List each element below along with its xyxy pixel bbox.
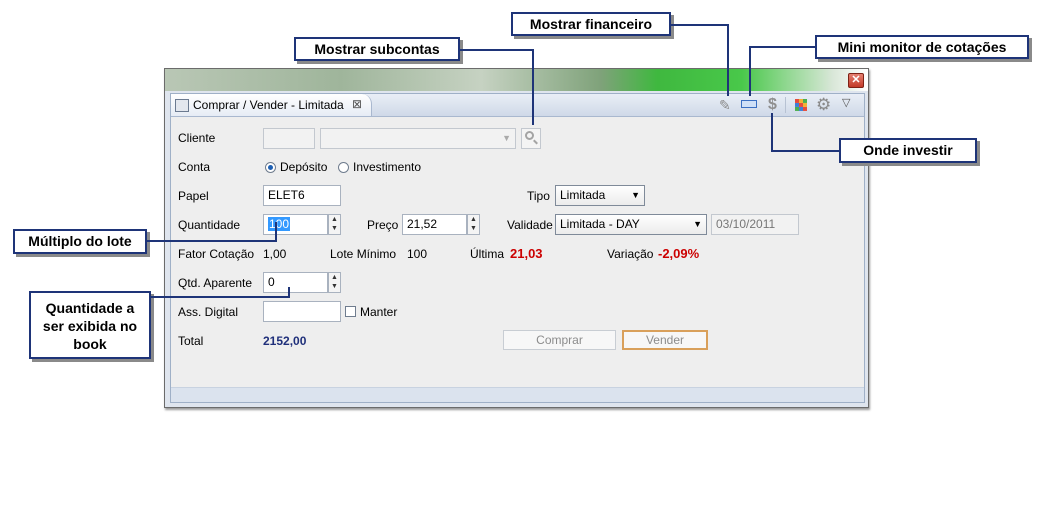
panel-bottom-bar [171,387,864,402]
papel-label: Papel [178,189,209,203]
callout-onde-investir: Onde investir [839,138,977,163]
callout-quantidade-line3: book [73,336,107,352]
callout-line [749,46,751,96]
window-close-button[interactable]: ✕ [848,73,864,88]
chevron-down-icon[interactable]: ▽ [842,95,850,111]
ultima-label: Última [470,247,505,261]
conta-investimento-label[interactable]: Investimento [353,160,421,174]
preco-input[interactable]: 21,52 [402,214,467,235]
tab-label: Comprar / Vender - Limitada [193,98,344,112]
fator-cotacao-label: Fator Cotação [178,247,255,261]
chevron-down-icon: ▼ [693,219,702,229]
manter-label[interactable]: Manter [360,305,397,319]
callout-quantidade-line1: Quantidade a [45,300,135,316]
tipo-select-value: Limitada [560,188,606,202]
magnifier-icon [525,131,534,140]
quantidade-value: 100 [268,217,291,231]
chevron-down-icon: ▼ [502,133,511,143]
callout-line [460,49,534,51]
total-label: Total [178,334,204,348]
toolbar-separator [785,97,786,113]
validade-select[interactable]: Limitada - DAY ▼ [555,214,707,235]
order-panel: Comprar / Vender - Limitada ⊠ ✎ $ ⚙ ▽ Cl… [170,93,865,403]
cliente-select[interactable]: ▼ [320,128,516,149]
order-tab-icon [175,99,189,112]
callout-mini-monitor: Mini monitor de cotações [815,35,1029,59]
order-window: ✕ Comprar / Vender - Limitada ⊠ ✎ $ ⚙ ▽ … [164,68,869,408]
mini-monitor-icon[interactable] [741,100,757,108]
validade-label: Validade [507,218,553,232]
tab-strip: Comprar / Vender - Limitada ⊠ ✎ $ ⚙ ▽ [171,94,864,117]
cliente-code-field[interactable] [263,128,315,149]
lote-minimo-value: 100 [407,247,428,261]
preco-label: Preço [367,218,399,232]
mostrar-subcontas-button[interactable] [521,128,541,149]
preco-stepper[interactable]: ▲ ▼ [467,214,480,235]
magnifier-handle [533,139,538,145]
tab-close-icon[interactable]: ⊠ [352,97,362,111]
grid-icon[interactable] [795,99,807,111]
financeiro-icon[interactable]: ✎ [719,97,731,113]
quantidade-label: Quantidade [178,218,241,232]
tipo-label: Tipo [527,189,550,203]
qtd-aparente-input[interactable]: 0 [263,272,328,293]
window-titlebar[interactable]: ✕ [165,69,868,91]
comprar-button[interactable]: Comprar [503,330,616,350]
callout-mostrar-subcontas: Mostrar subcontas [294,37,460,61]
chevron-down-icon: ▼ [631,190,640,200]
validade-date-field[interactable]: 03/10/2011 [711,214,799,235]
tipo-select[interactable]: Limitada ▼ [555,185,645,206]
conta-investimento-radio[interactable] [338,162,349,173]
qtd-aparente-label: Qtd. Aparente [178,276,253,290]
validade-select-value: Limitada - DAY [560,217,640,231]
dollar-icon[interactable]: $ [768,97,777,113]
conta-label: Conta [178,160,211,174]
variacao-value: -2,09% [658,246,700,261]
callout-mostrar-financeiro: Mostrar financeiro [511,12,671,36]
callout-line [532,49,534,125]
quantidade-stepper[interactable]: ▲ ▼ [328,214,341,235]
ultima-value: 21,03 [510,246,543,261]
lote-minimo-label: Lote Mínimo [330,247,397,261]
gear-icon[interactable]: ⚙ [816,96,831,113]
quantidade-input[interactable]: 100 [263,214,328,235]
cliente-label: Cliente [178,131,216,145]
total-value: 2152,00 [263,334,307,348]
ass-digital-label: Ass. Digital [178,305,239,319]
conta-deposito-label[interactable]: Depósito [280,160,327,174]
manter-checkbox[interactable] [345,306,356,317]
callout-multiplo-lote: Múltiplo do lote [13,229,147,254]
ass-digital-input[interactable] [263,301,341,322]
vender-button[interactable]: Vender [622,330,708,350]
callout-quantidade-exibida: Quantidade a ser exibida no book [29,291,151,359]
callout-line [771,150,839,152]
callout-line [749,46,815,48]
order-form: Cliente ▼ Conta Depósito Investimento Pa… [171,117,864,402]
papel-input[interactable]: ELET6 [263,185,341,206]
callout-quantidade-line2: ser exibida no [42,318,138,334]
callout-line [288,287,290,298]
callout-line [727,24,729,96]
conta-deposito-radio[interactable] [265,162,276,173]
callout-line [671,24,729,26]
tab-comprar-vender[interactable]: Comprar / Vender - Limitada ⊠ [171,94,372,116]
fator-cotacao-value: 1,00 [263,247,287,261]
callout-line [275,222,277,242]
variacao-label: Variação [607,247,654,261]
callout-line [771,113,773,152]
callout-line [147,240,277,242]
callout-line [151,296,290,298]
qtd-aparente-stepper[interactable]: ▲ ▼ [328,272,341,293]
